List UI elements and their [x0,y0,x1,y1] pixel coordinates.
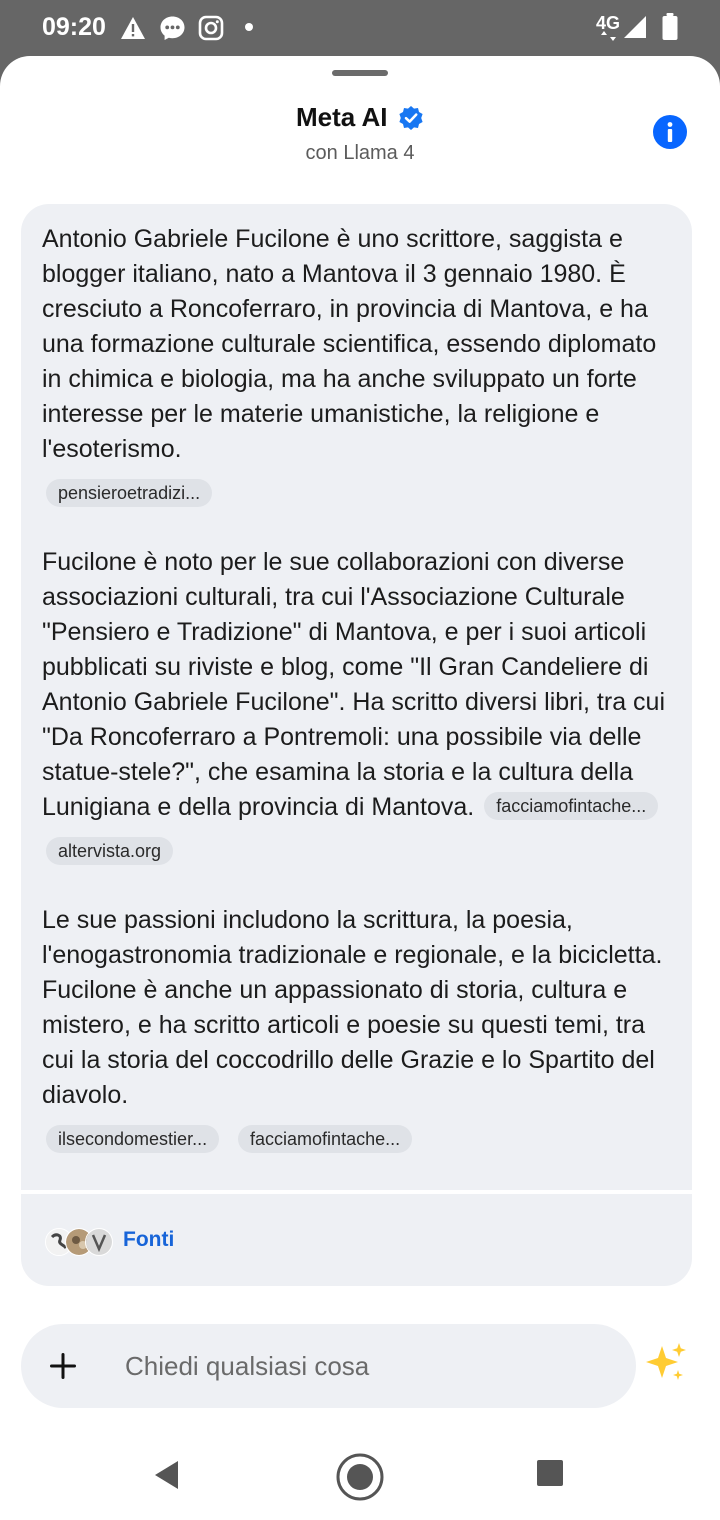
signal-icon [624,16,646,38]
message-paragraph: Le sue passioni includono la scrittura, … [42,906,663,1109]
source-favicon-icon [85,1228,113,1256]
message-paragraph-text: Fucilone è noto per le sue collaborazion… [42,548,666,821]
recents-icon[interactable] [535,1458,565,1488]
message-input[interactable] [125,1324,615,1408]
source-avatars [45,1228,115,1256]
source-chip-row: ilsecondomestier... facciamofintache... [46,1121,682,1154]
verified-badge-icon [399,105,423,130]
source-chip[interactable]: altervista.org [46,837,174,866]
back-icon[interactable] [150,1458,184,1492]
message-body: Antonio Gabriele Fucilone è uno scrittor… [42,222,682,1154]
chat-header: Meta AI [0,102,720,133]
sheet-drag-handle[interactable] [332,70,388,76]
source-chip[interactable]: pensieroetradizi... [46,479,213,508]
chat-sheet: Meta AI con Llama 4 Antonio Gabriele Fuc… [0,56,720,1520]
battery-icon [662,13,678,40]
instagram-icon [198,15,224,41]
system-nav-bar [0,1444,720,1520]
home-icon[interactable] [335,1452,385,1502]
info-icon[interactable] [652,114,688,150]
dot-icon [245,23,253,31]
messenger-icon [160,16,185,40]
source-chip[interactable]: facciamofintache... [238,1125,413,1154]
source-chip[interactable]: facciamofintache... [484,792,659,821]
status-bar: 09:20 4G [0,0,720,56]
source-chip-row: altervista.org [46,833,682,866]
chat-subtitle: con Llama 4 [305,142,415,164]
plus-icon[interactable] [45,1348,81,1384]
source-chip[interactable]: ilsecondomestier... [46,1125,220,1154]
data-arrows-icon [601,31,616,41]
assistant-message: Antonio Gabriele Fucilone è uno scrittor… [21,204,692,1286]
source-chip-row: pensieroetradizi... [46,475,682,508]
sources-label: Fonti [123,1228,175,1251]
sparkle-icon[interactable] [642,1340,688,1386]
message-paragraph: Antonio Gabriele Fucilone è uno scrittor… [42,225,657,463]
message-paragraph: Fucilone è noto per le sue collaborazion… [42,545,682,825]
chat-title: Meta AI [296,102,388,132]
composer-bar [21,1324,636,1408]
status-time: 09:20 [42,13,106,41]
card-divider [21,1190,692,1194]
alert-icon [121,17,145,39]
